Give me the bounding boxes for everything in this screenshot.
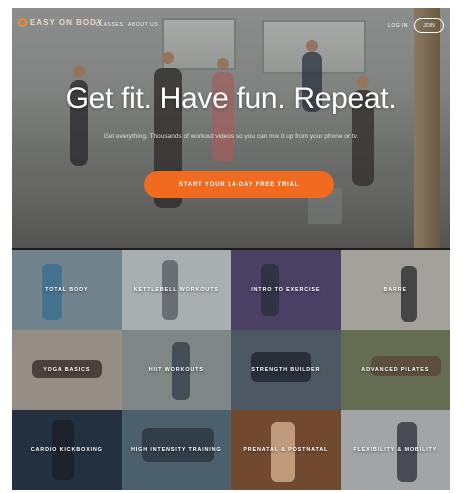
category-label: HIGH INTENSITY TRAINING <box>131 447 222 453</box>
category-tile-prenatal[interactable]: PRENATAL & POSTNATAL <box>231 410 341 490</box>
category-label: ADVANCED PILATES <box>361 367 430 373</box>
category-label: KETTLEBELL WORKOUTS <box>133 287 219 293</box>
nav-link-about[interactable]: ABOUT US <box>128 22 158 28</box>
category-label: PRENATAL & POSTNATAL <box>243 447 329 453</box>
category-tile-kettlebell[interactable]: KETTLEBELL WORKOUTS <box>121 250 231 330</box>
category-tile-pilates[interactable]: ADVANCED PILATES <box>340 330 450 410</box>
category-tile-flexibility[interactable]: FLEXIBILITY & MOBILITY <box>340 410 450 490</box>
hero-overlay <box>12 8 450 248</box>
join-button[interactable]: JOIN <box>414 18 444 33</box>
page: EASY ON BODY CLASSES ABOUT US LOG IN JOI… <box>12 8 450 490</box>
category-label: TOTAL BODY <box>45 287 89 293</box>
logo-text: EASY ON BODY <box>30 18 104 27</box>
hero-headline: Get fit. Have fun. Repeat. <box>65 82 397 115</box>
category-label: STRENGTH BUILDER <box>251 367 321 373</box>
category-label: CARDIO KICKBOXING <box>30 447 103 453</box>
logo-ring-icon <box>18 18 27 27</box>
category-label: HIIT WORKOUTS <box>148 367 204 373</box>
nav-link-classes[interactable]: CLASSES <box>96 22 123 28</box>
tile-figure <box>400 266 417 322</box>
hero-subhead: Get everything. Thousands of workout vid… <box>103 133 359 140</box>
category-grid: TOTAL BODY KETTLEBELL WORKOUTS INTRO TO … <box>12 250 450 490</box>
category-tile-hiit[interactable]: HIIT WORKOUTS <box>121 330 231 410</box>
tile-figure <box>141 428 214 462</box>
category-tile-kickboxing[interactable]: CARDIO KICKBOXING <box>12 410 122 490</box>
free-trial-button[interactable]: START YOUR 14-DAY FREE TRIAL <box>144 171 334 198</box>
category-label: YOGA BASICS <box>43 367 91 373</box>
category-tile-barre[interactable]: BARRE <box>340 250 450 330</box>
category-tile-strength[interactable]: STRENGTH BUILDER <box>231 330 341 410</box>
logo[interactable]: EASY ON BODY <box>18 18 103 27</box>
category-label: BARRE <box>383 287 408 293</box>
category-tile-high-intensity[interactable]: HIGH INTENSITY TRAINING <box>121 410 231 490</box>
category-tile-yoga[interactable]: YOGA BASICS <box>12 330 122 410</box>
category-label: FLEXIBILITY & MOBILITY <box>353 447 438 453</box>
category-tile-total-body[interactable]: TOTAL BODY <box>12 250 122 330</box>
login-link[interactable]: LOG IN <box>388 23 408 29</box>
hero-section: EASY ON BODY CLASSES ABOUT US LOG IN JOI… <box>12 8 450 248</box>
category-label: INTRO TO EXERCISE <box>251 287 321 293</box>
category-tile-intro[interactable]: INTRO TO EXERCISE <box>231 250 341 330</box>
